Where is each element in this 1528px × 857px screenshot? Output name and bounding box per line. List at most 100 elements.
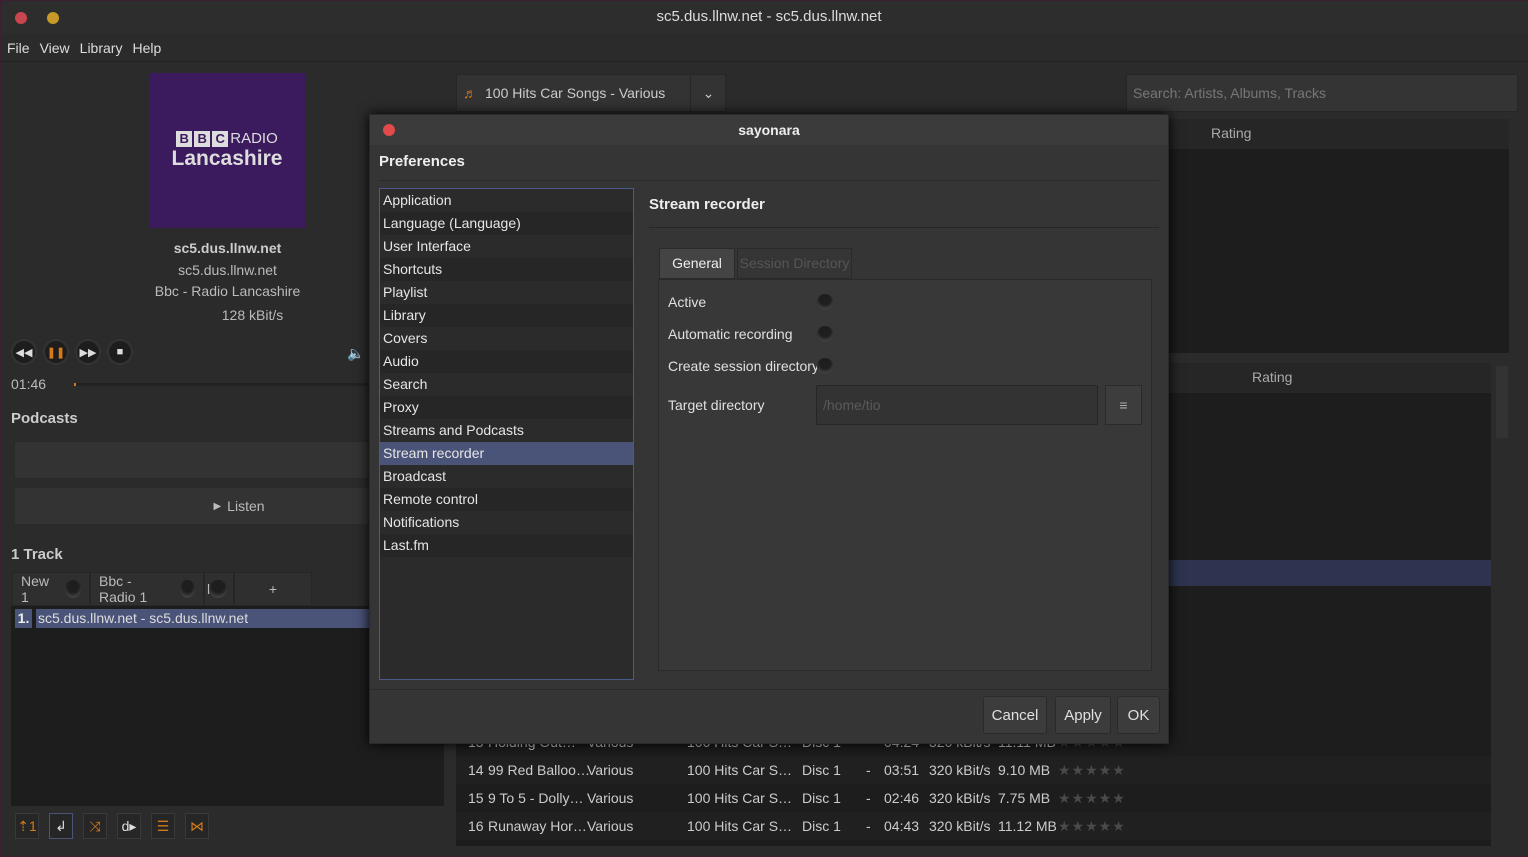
create-session-directory-label: Create session directory <box>668 358 819 374</box>
track-length: 02:46 <box>884 790 920 806</box>
listen-button[interactable]: ▶ Listen <box>14 487 374 525</box>
active-label: Active <box>668 294 707 310</box>
apply-button[interactable]: Apply <box>1055 696 1111 734</box>
category-item[interactable]: Streams and Podcasts <box>380 419 633 442</box>
category-item[interactable]: Shortcuts <box>380 258 633 281</box>
category-item[interactable]: Application <box>380 189 633 212</box>
volume-icon[interactable]: 🔈 <box>347 345 364 362</box>
stop-button[interactable]: ■ <box>107 339 133 365</box>
category-item[interactable]: Stream recorder <box>380 442 633 465</box>
next-button[interactable]: ▶▶ <box>75 339 101 365</box>
repeat-all-icon[interactable]: ↲ <box>49 813 73 839</box>
category-item[interactable]: Remote control <box>380 488 633 511</box>
chevron-down-icon[interactable]: ⌄ <box>690 75 726 111</box>
menu-file[interactable]: File <box>7 40 30 56</box>
library-top-table[interactable]: Rating <box>1169 119 1509 353</box>
track-count: 1 Track <box>11 546 63 563</box>
window-title: sc5.dus.llnw.net - sc5.dus.llnw.net <box>656 8 882 25</box>
playlist-tab-bbc-radio[interactable]: Bbc - Radio 1 <box>90 572 204 606</box>
rating-stars[interactable]: ★★★★★ <box>1058 790 1126 807</box>
track-row[interactable]: 15 9 To 5 - Dolly… Various 100 Hits Car S… D… <box>456 784 1491 812</box>
close-tab-icon[interactable] <box>179 580 195 598</box>
track-bitrate: 320 kBit/s <box>929 818 991 834</box>
automatic-recording-checkbox[interactable] <box>817 326 833 342</box>
playlist-tab-truncated[interactable]: li <box>204 572 234 606</box>
pause-button[interactable]: ❚❚ <box>43 339 69 365</box>
ok-button[interactable]: OK <box>1117 696 1160 734</box>
create-session-directory-checkbox[interactable] <box>817 358 833 374</box>
category-item[interactable]: Language (Language) <box>380 212 633 235</box>
podcast-combo[interactable] <box>14 441 374 479</box>
gapless-icon[interactable]: ⋈ <box>185 813 209 839</box>
close-tab-icon[interactable] <box>209 580 228 598</box>
category-item[interactable]: Broadcast <box>380 465 633 488</box>
album-combo[interactable]: ♬ 100 Hits Car Songs - Various ⌄ <box>456 74 726 112</box>
automatic-recording-label: Automatic recording <box>668 326 793 342</box>
menu-bar: File View Library Help <box>1 34 1528 62</box>
browse-menu-icon[interactable]: ≡ <box>1105 385 1142 425</box>
tab-general[interactable]: General <box>659 248 735 279</box>
category-item[interactable]: Search <box>380 373 633 396</box>
dialog-close-button[interactable] <box>383 124 395 136</box>
track-bitrate: 320 kBit/s <box>929 762 991 778</box>
preferences-dialog: sayonara Preferences Application Language… <box>369 114 1170 744</box>
tab-session-directory[interactable]: Session Directory <box>737 248 852 279</box>
active-checkbox[interactable] <box>817 294 833 310</box>
close-tab-icon[interactable] <box>64 580 81 598</box>
album-cover[interactable]: B B C RADIO Lancashire <box>149 73 305 228</box>
repeat-one-icon[interactable]: ⇡1 <box>15 813 39 839</box>
shuffle-icon[interactable]: ⤨ <box>83 813 107 839</box>
music-icon: ♬ <box>463 85 477 101</box>
track-album: 100 Hits Car S… <box>687 762 793 778</box>
category-item[interactable]: Last.fm <box>380 534 633 557</box>
cancel-button[interactable]: Cancel <box>983 696 1047 734</box>
rating-stars[interactable]: ★★★★★ <box>1058 762 1126 779</box>
playlist-tab-new-1[interactable]: New 1 <box>12 572 90 606</box>
menu-library[interactable]: Library <box>80 40 123 56</box>
track-dash: - <box>866 762 871 778</box>
previous-button[interactable]: ◀◀ <box>11 339 37 365</box>
progress-slider[interactable] <box>74 383 374 386</box>
category-item[interactable]: Proxy <box>380 396 633 419</box>
rating-header[interactable]: Rating <box>1169 119 1509 149</box>
category-item[interactable]: Audio <box>380 350 633 373</box>
search-input[interactable]: Search: Artists, Albums, Tracks <box>1126 74 1518 112</box>
track-num: 14 <box>468 762 484 778</box>
track-row[interactable]: 16 Runaway Hor… Various 100 Hits Car S… Disc… <box>456 812 1491 840</box>
dialog-title: sayonara <box>370 115 1168 145</box>
preferences-category-list[interactable]: Application Language (Language) User Inter… <box>379 188 634 680</box>
add-playlist-tab[interactable]: + <box>234 572 312 606</box>
append-icon[interactable]: ☰ <box>151 813 175 839</box>
track-length: 03:51 <box>884 762 920 778</box>
track-length: 04:43 <box>884 818 920 834</box>
menu-help[interactable]: Help <box>132 40 161 56</box>
target-directory-input[interactable]: /home/tio <box>816 385 1098 425</box>
station-logo-text: Lancashire <box>171 147 283 170</box>
category-item[interactable]: Playlist <box>380 281 633 304</box>
category-item[interactable]: Library <box>380 304 633 327</box>
target-directory-label: Target directory <box>668 397 765 413</box>
main-window: sc5.dus.llnw.net - sc5.dus.llnw.net File… <box>0 0 1528 857</box>
dynamic-playback-icon[interactable]: d▸ <box>117 813 141 839</box>
track-num: 16 <box>468 818 484 834</box>
category-item[interactable]: Notifications <box>380 511 633 534</box>
bbc-logo: B B C RADIO <box>176 130 278 147</box>
category-item[interactable]: User Interface <box>380 235 633 258</box>
rating-stars[interactable]: ★★★★★ <box>1058 818 1126 835</box>
dialog-heading: Preferences <box>379 153 465 170</box>
track-album: 100 Hits Car S… <box>687 790 793 806</box>
page-title: Stream recorder <box>649 196 765 213</box>
track-album: 100 Hits Car S… <box>687 818 793 834</box>
scrollbar[interactable] <box>1496 366 1508 438</box>
track-artist: Various <box>587 790 634 806</box>
menu-view[interactable]: View <box>40 40 70 56</box>
podcasts-heading: Podcasts <box>11 410 78 427</box>
track-row[interactable]: 14 99 Red Balloo… Various 100 Hits Car S… Di… <box>456 756 1491 784</box>
category-item[interactable]: Covers <box>380 327 633 350</box>
track-size: 7.75 MB <box>998 790 1051 806</box>
track-title: 9 To 5 - Dolly… <box>488 790 584 806</box>
track-title: Runaway Hor… <box>488 818 587 834</box>
track-disc: Disc 1 <box>802 762 841 778</box>
track-bitrate: 320 kBit/s <box>929 790 991 806</box>
track-artist: Various <box>587 818 634 834</box>
